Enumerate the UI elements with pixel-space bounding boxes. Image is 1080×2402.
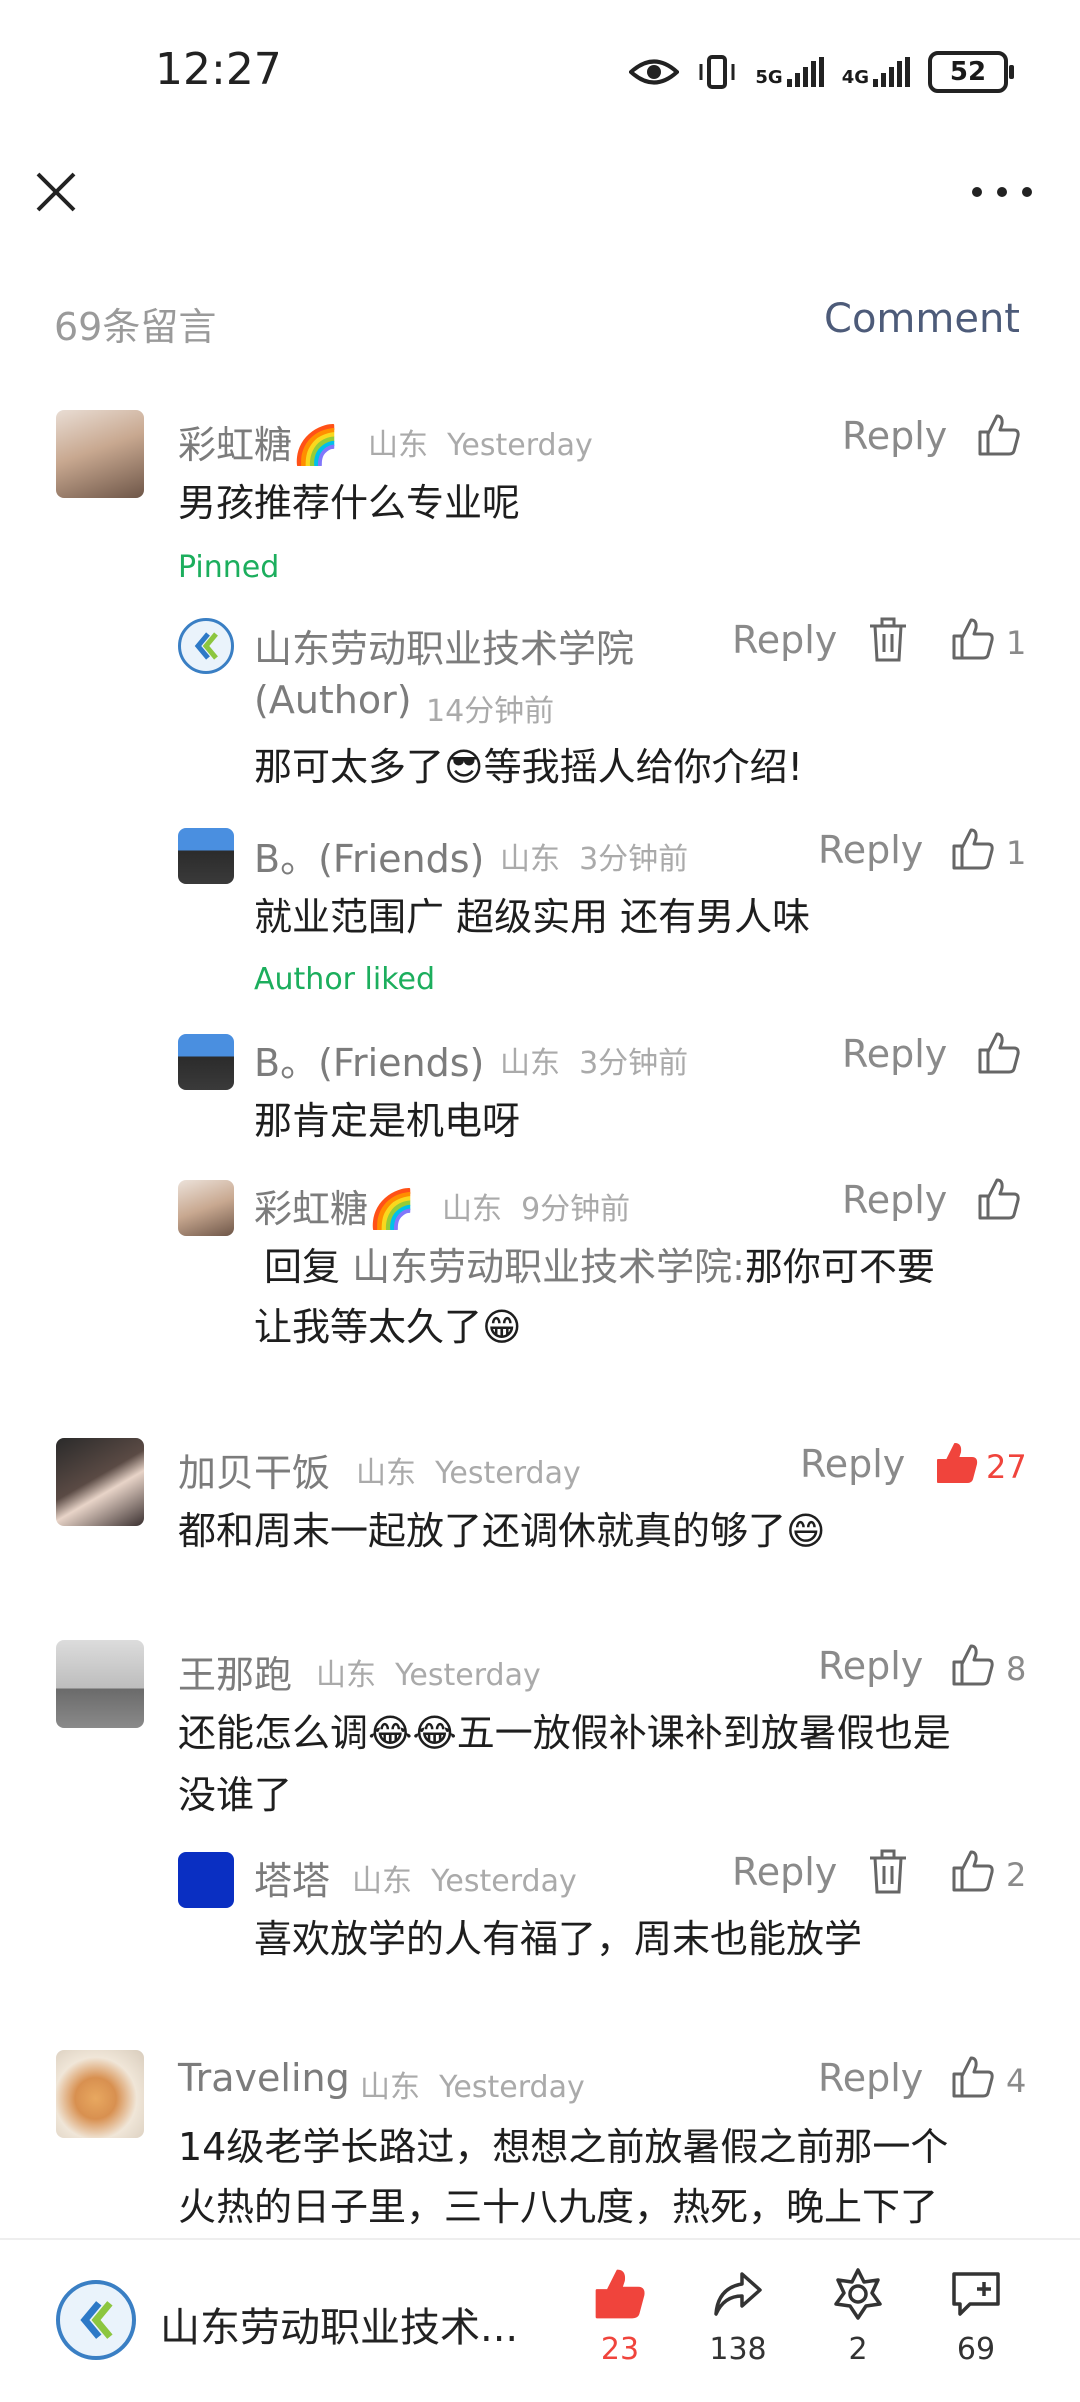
pinned-badge: Pinned — [178, 550, 280, 585]
college-logo-avatar[interactable] — [56, 2280, 136, 2360]
close-icon[interactable] — [32, 168, 80, 216]
signal-5g: 5G — [755, 57, 824, 87]
recommend-button[interactable]: 2 — [808, 2266, 908, 2367]
reply-text-line2: 让我等太久了😁 — [254, 1305, 522, 1349]
reply-text: 那肯定是机电呀 — [254, 1099, 521, 1143]
reply-text: 那可太多了😎等我摇人给你介绍! — [254, 745, 803, 789]
comment-meta: 山东 Yesterday — [316, 1658, 541, 1693]
account-name[interactable]: 山东劳动职业技术... — [160, 2295, 518, 2353]
comment-text-line1: 还能怎么调😂😂五一放假补课补到放暑假也是 — [178, 1711, 951, 1755]
comment-text-line2: 火热的日子里，三十八九度，热死，晚上下了 — [178, 2185, 939, 2229]
reply-meta: 山东 9分钟前 — [442, 1192, 631, 1227]
like-count: 1 — [1006, 834, 1027, 872]
comment-text: 男孩推荐什么专业呢 — [178, 481, 521, 525]
reply-target[interactable]: 山东劳动职业技术学院: — [352, 1245, 745, 1289]
comment-meta: 山东 Yesterday — [356, 1456, 581, 1491]
like-icon[interactable] — [976, 1030, 1022, 1076]
like-article-button[interactable]: 23 — [570, 2266, 670, 2367]
avatar[interactable] — [178, 1180, 234, 1236]
avatar[interactable] — [56, 410, 144, 498]
comment-text-line1: 14级老学长路过，想想之前放暑假之前那一个 — [178, 2125, 949, 2169]
reply-button[interactable]: Reply — [818, 1644, 923, 1688]
like-count: 2 — [1006, 1856, 1027, 1894]
reply-button[interactable]: Reply — [842, 1032, 947, 1076]
like-icon[interactable] — [950, 1642, 996, 1688]
share-icon — [714, 2272, 762, 2316]
avatar[interactable] — [56, 2050, 144, 2138]
like-count: 1 — [1006, 624, 1027, 662]
reply-button[interactable]: Reply — [818, 2056, 923, 2100]
battery-indicator: 52 — [928, 51, 1014, 93]
comment-author[interactable]: 王那跑 — [178, 1644, 292, 1699]
reply-author[interactable]: 塔塔 — [254, 1850, 330, 1905]
reply-time: 14分钟前 — [426, 694, 555, 729]
comment-meta: 山东 Yesterday — [360, 2070, 585, 2105]
reply-button[interactable]: Reply — [732, 1850, 837, 1894]
reply-meta: 山东 3分钟前 — [500, 842, 689, 877]
avatar[interactable] — [178, 1852, 234, 1908]
comment-author[interactable]: Traveling — [178, 2056, 350, 2100]
reply-author[interactable]: B。(Friends) — [254, 828, 484, 883]
comment-icon — [952, 2272, 1000, 2316]
like-icon[interactable] — [950, 2054, 996, 2100]
like-count: 27 — [986, 1448, 1027, 1486]
comment-author[interactable]: 彩虹糖🌈 — [178, 414, 339, 469]
author-liked-badge: Author liked — [254, 962, 436, 997]
like-icon[interactable] — [976, 1176, 1022, 1222]
liked-icon — [595, 2269, 645, 2319]
comment-text: 都和周末一起放了还调休就真的够了😄 — [178, 1509, 826, 1553]
write-comment-button[interactable]: Comment — [824, 296, 1020, 342]
like-icon[interactable] — [950, 826, 996, 872]
college-logo-icon — [194, 632, 218, 660]
reply-author[interactable]: 山东劳动职业技术学院 — [254, 618, 634, 673]
like-icon[interactable] — [950, 1848, 996, 1894]
share-count: 138 — [709, 2332, 767, 2367]
trash-icon[interactable] — [866, 1848, 910, 1896]
comment-count: 69 — [956, 2332, 996, 2367]
status-icons: 5G 4G 52 — [629, 48, 1014, 96]
comment-meta: 山东 Yesterday — [368, 428, 593, 463]
reply-meta: 山东 3分钟前 — [500, 1046, 689, 1081]
like-icon[interactable] — [950, 616, 996, 662]
vibrate-icon — [699, 55, 735, 89]
comment-author[interactable]: 加贝干饭 — [178, 1442, 330, 1497]
reply-text-line1: 回复 山东劳动职业技术学院:那你可不要 — [264, 1245, 935, 1289]
comment-text-line2: 没谁了 — [178, 1773, 293, 1817]
college-logo-avatar[interactable] — [178, 618, 234, 674]
reply-button[interactable]: Reply — [800, 1442, 905, 1486]
like-count: 8 — [1006, 1650, 1027, 1688]
avatar[interactable] — [178, 1034, 234, 1090]
eye-icon — [629, 59, 680, 85]
share-button[interactable]: 138 — [688, 2266, 788, 2367]
status-time: 12:27 — [155, 44, 282, 95]
avatar[interactable] — [178, 828, 234, 884]
comment-count-title: 69条留言 — [54, 305, 217, 349]
star-icon — [834, 2268, 882, 2320]
avatar[interactable] — [56, 1640, 144, 1728]
reply-button[interactable]: Reply — [818, 828, 923, 872]
comments-button[interactable]: 69 — [926, 2266, 1026, 2367]
college-logo-icon — [80, 2301, 113, 2339]
like-icon[interactable] — [976, 412, 1022, 458]
reply-text: 就业范围广 超级实用 还有男人味 — [254, 895, 811, 939]
reply-meta: 山东 Yesterday — [352, 1864, 577, 1899]
reply-author[interactable]: 彩虹糖🌈 — [254, 1178, 415, 1233]
liked-icon[interactable] — [934, 1440, 980, 1486]
more-options-button[interactable] — [972, 170, 1032, 214]
reply-button[interactable]: Reply — [732, 618, 837, 662]
trash-icon[interactable] — [866, 616, 910, 664]
like-count: 4 — [1006, 2062, 1027, 2100]
avatar[interactable] — [56, 1438, 144, 1526]
reply-author[interactable]: B。(Friends) — [254, 1032, 484, 1087]
reply-button[interactable]: Reply — [842, 414, 947, 458]
reply-button[interactable]: Reply — [842, 1178, 947, 1222]
star-count: 2 — [848, 2332, 868, 2367]
author-tag: (Author) — [254, 678, 412, 722]
like-count: 23 — [600, 2332, 640, 2367]
reply-text: 喜欢放学的人有福了，周末也能放学 — [254, 1917, 863, 1961]
signal-4g: 4G — [842, 57, 910, 87]
